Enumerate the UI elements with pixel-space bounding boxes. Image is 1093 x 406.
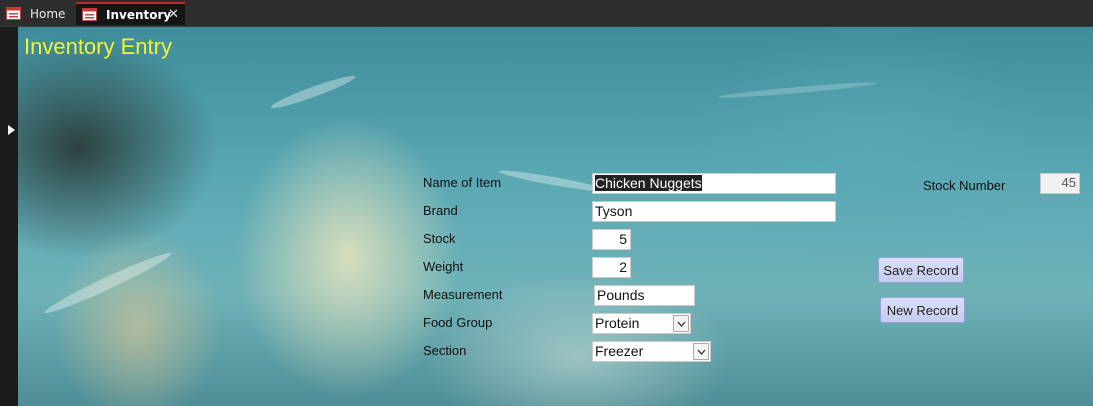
food-group-label: Food Group xyxy=(423,315,493,330)
section-value: Freezer xyxy=(595,343,644,359)
new-record-button[interactable]: New Record xyxy=(880,297,965,323)
inventory-form: Inventory Entry Name of Item Chicken Nug… xyxy=(18,27,1093,406)
stock-label: Stock xyxy=(423,231,456,246)
brand-field[interactable]: Tyson xyxy=(592,201,836,222)
record-selector-strip xyxy=(0,27,18,406)
chevron-down-icon[interactable] xyxy=(693,343,709,360)
tab-home-label: Home xyxy=(30,6,66,21)
weight-label: Weight xyxy=(423,259,464,274)
background-texture xyxy=(718,80,878,100)
food-group-value: Protein xyxy=(595,315,640,331)
tab-home[interactable]: Home xyxy=(0,2,74,25)
chevron-down-icon[interactable] xyxy=(673,315,689,332)
weight-field[interactable]: 2 xyxy=(592,257,631,278)
stock-field[interactable]: 5 xyxy=(592,229,631,250)
measurement-field[interactable]: Pounds xyxy=(594,285,695,306)
name-of-item-field[interactable]: Chicken Nuggets xyxy=(592,173,836,194)
measurement-label: Measurement xyxy=(423,287,503,302)
form-icon xyxy=(6,7,21,20)
background-texture xyxy=(42,247,174,319)
section-label: Section xyxy=(423,343,467,358)
section-combo[interactable]: Freezer xyxy=(592,341,711,362)
tab-inventory[interactable]: Inventory ✕ xyxy=(76,2,185,25)
stock-number-field[interactable]: 45 xyxy=(1040,173,1080,194)
save-record-button[interactable]: Save Record xyxy=(878,257,964,283)
food-group-combo[interactable]: Protein xyxy=(592,313,691,334)
document-tab-bar: Home Inventory ✕ xyxy=(0,0,1093,27)
tab-inventory-label: Inventory xyxy=(106,7,172,22)
background-texture xyxy=(269,71,357,113)
current-record-arrow-icon[interactable] xyxy=(8,125,15,135)
name-of-item-label: Name of Item xyxy=(423,175,502,190)
name-of-item-value: Chicken Nuggets xyxy=(595,175,702,191)
stock-number-label: Stock Number xyxy=(923,178,1006,193)
brand-label: Brand xyxy=(423,203,458,218)
form-title: Inventory Entry xyxy=(24,34,172,59)
close-icon[interactable]: ✕ xyxy=(168,7,179,22)
form-icon xyxy=(82,8,97,21)
